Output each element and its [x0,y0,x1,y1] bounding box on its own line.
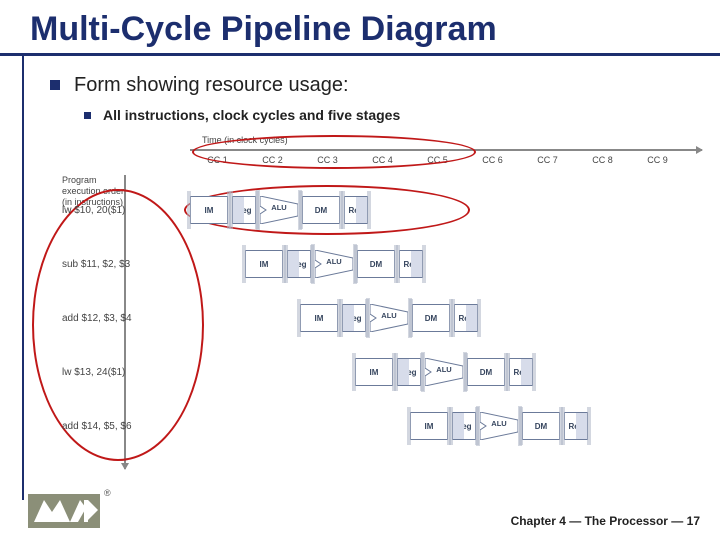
instruction-row: lw $13, 24($1) IM Reg ALU DM Reg [355,353,537,391]
instruction-row: sub $11, $2, $3 IM Reg ALU DM Reg [245,245,427,283]
stage-reg: Reg [564,412,588,440]
left-rule [22,53,24,500]
footer-page: 17 [687,514,700,528]
instruction-label: lw $10, 20($1) [62,205,182,216]
program-order-label: Program execution order (in instructions… [62,175,130,207]
stage-reg: Reg [509,358,533,386]
stage-reg: Reg [287,250,311,278]
stage-reg: Reg [399,250,423,278]
stage-dm: DM [522,412,560,440]
bullet2-text: All instructions, clock cycles and five … [103,107,400,123]
footer-chapter: Chapter 4 [511,514,566,528]
stage-reg: Reg [454,304,478,332]
stage-im: IM [355,358,393,386]
stage-reg: Reg [452,412,476,440]
cc-label: CC 3 [300,155,355,165]
instruction-label: sub $11, $2, $3 [62,259,182,270]
stage-alu: ALU [315,250,353,278]
slide-title: Multi-Cycle Pipeline Diagram [30,10,720,49]
publisher-logo [28,494,100,528]
stage-reg: Reg [344,196,368,224]
instruction-label: add $12, $3, $4 [62,313,182,324]
stage-im: IM [410,412,448,440]
bullet1-text: Form showing resource usage: [74,74,349,97]
stage-dm: DM [412,304,450,332]
stage-im: IM [300,304,338,332]
stage-alu: ALU [480,412,518,440]
time-axis-arrow [190,149,702,151]
cc-label: CC 4 [355,155,410,165]
stage-im: IM [245,250,283,278]
slide-header: Multi-Cycle Pipeline Diagram [0,0,720,56]
stage-im: IM [190,196,228,224]
stage-reg: Reg [232,196,256,224]
cc-label: CC 1 [190,155,245,165]
stage-dm: DM [302,196,340,224]
slide-footer: Chapter 4 — The Processor — 17 [511,514,700,528]
bullet-level1: Form showing resource usage: [50,74,700,97]
cc-label: CC 5 [410,155,465,165]
instruction-label: lw $13, 24($1) [62,367,182,378]
instruction-label: add $14, $5, $6 [62,421,182,432]
stage-alu: ALU [260,196,298,224]
bullet-square-icon [50,80,60,90]
instruction-row: add $14, $5, $6 IM Reg ALU DM Reg [410,407,592,445]
time-axis-label: Time (in clock cycles) [202,135,288,145]
stage-alu: ALU [370,304,408,332]
cc-label: CC 9 [630,155,685,165]
bullet-square-icon [84,112,91,119]
pipeline-diagram: Time (in clock cycles) CC 1 CC 2 CC 3 CC… [62,135,702,475]
footer-section: The Processor [585,514,668,528]
slide-body: Form showing resource usage: All instruc… [0,56,720,475]
clock-cycle-row: CC 1 CC 2 CC 3 CC 4 CC 5 CC 6 CC 7 CC 8 … [190,155,702,165]
stage-dm: DM [357,250,395,278]
instruction-row: add $12, $3, $4 IM Reg ALU DM Reg [300,299,482,337]
instruction-row: lw $10, 20($1) IM Reg ALU DM Reg [190,191,372,229]
cc-label: CC 7 [520,155,575,165]
registered-mark: ® [104,488,111,498]
bullet-level2: All instructions, clock cycles and five … [84,107,700,123]
stage-alu: ALU [425,358,463,386]
stage-reg: Reg [397,358,421,386]
stage-reg: Reg [342,304,366,332]
cc-label: CC 2 [245,155,300,165]
cc-label: CC 6 [465,155,520,165]
cc-label: CC 8 [575,155,630,165]
stage-dm: DM [467,358,505,386]
